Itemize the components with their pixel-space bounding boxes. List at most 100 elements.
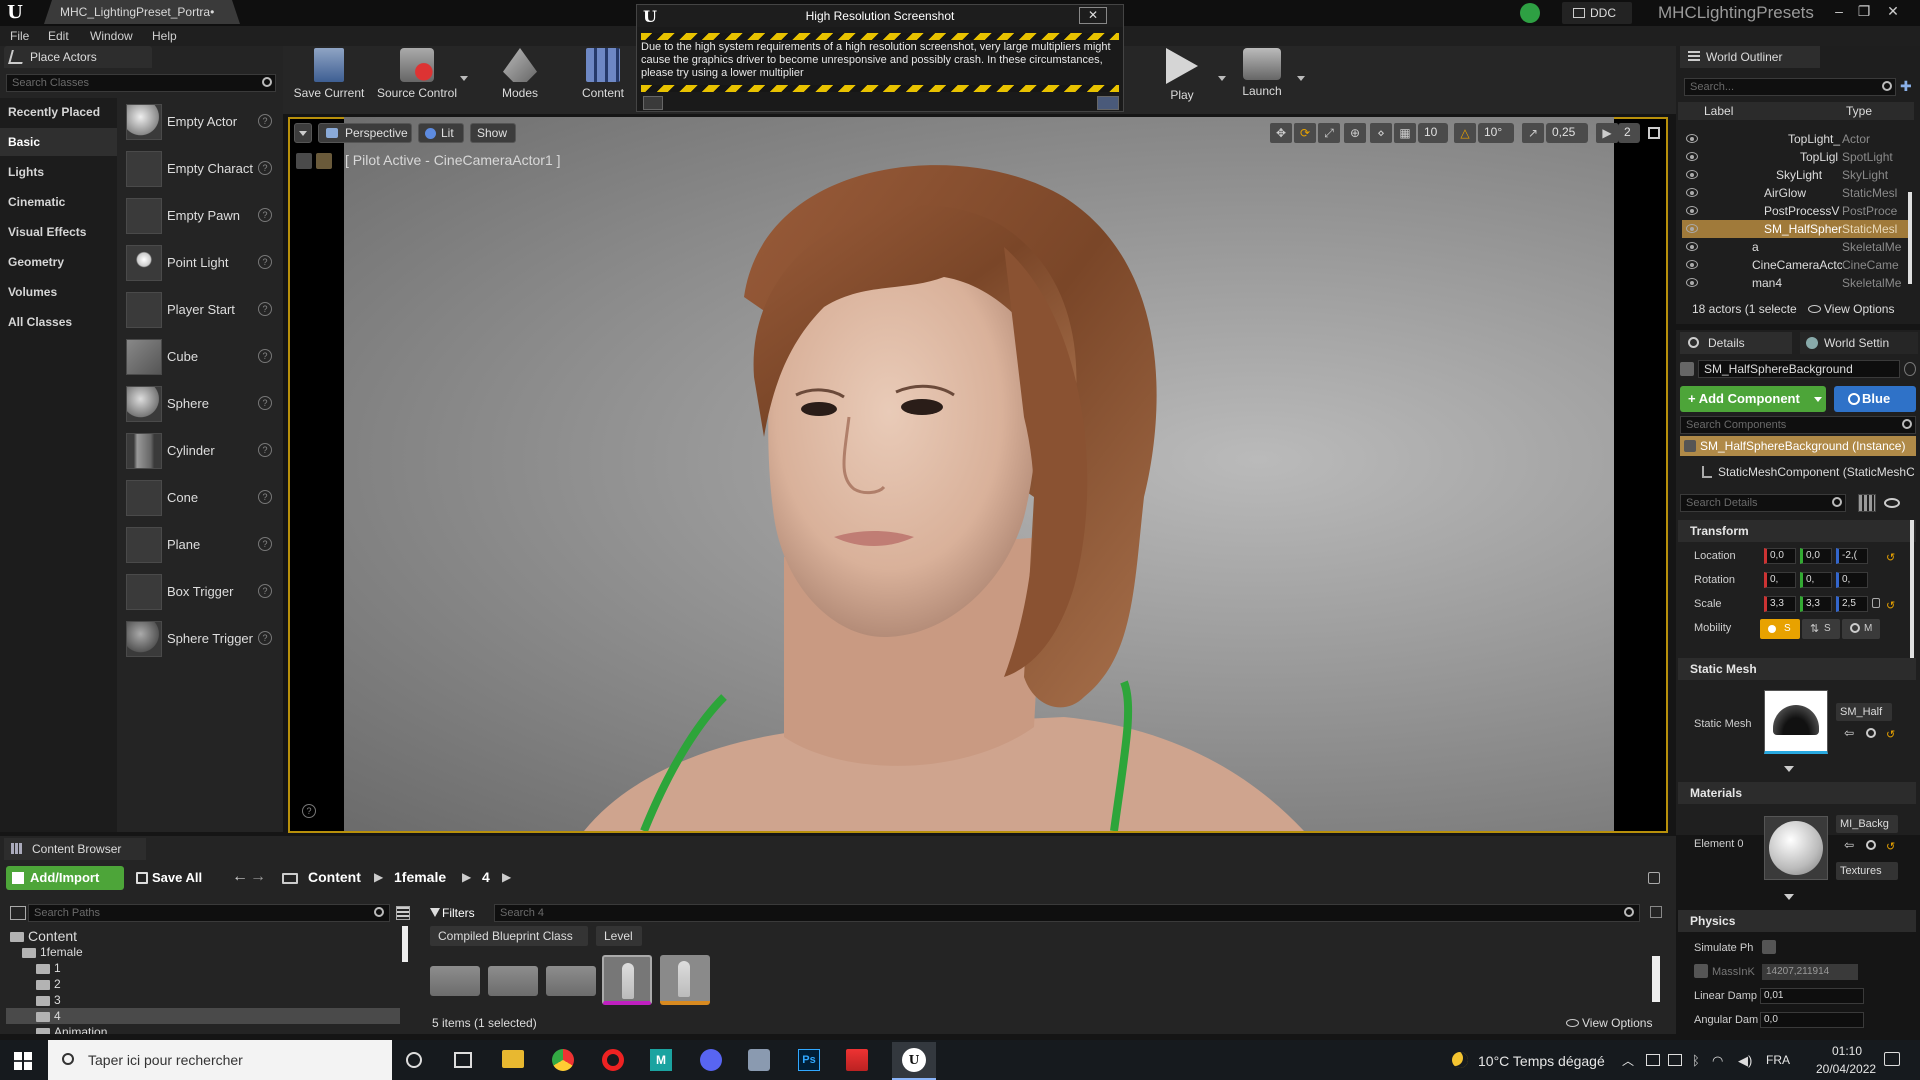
visibility-eye-icon[interactable]: [1686, 188, 1698, 197]
save-search-icon[interactable]: [1650, 906, 1662, 918]
notifications-icon[interactable]: [1884, 1052, 1900, 1066]
camera-speed-icon[interactable]: ▶: [1596, 123, 1618, 143]
cortana-icon[interactable]: [406, 1052, 422, 1068]
actor-box-trigger[interactable]: Box Trigger?: [124, 570, 274, 614]
menu-file[interactable]: File: [10, 27, 29, 45]
materials-section-header[interactable]: Materials: [1678, 782, 1916, 804]
minimize-icon[interactable]: –: [1828, 2, 1850, 20]
history-back-icon[interactable]: ←: [232, 868, 248, 886]
location-y-field[interactable]: 0,0: [1800, 548, 1832, 564]
transform-section-header[interactable]: Transform: [1678, 520, 1916, 542]
tree-4[interactable]: 4: [6, 1008, 400, 1024]
outliner-row-skylight[interactable]: SkyLight SkyLight: [1682, 166, 1912, 184]
help-icon[interactable]: ?: [258, 208, 272, 222]
source-control-status-icon[interactable]: [1520, 3, 1540, 23]
outliner-row-halfsphere[interactable]: SM_HalfSpher StaticMesl: [1682, 220, 1912, 238]
browse-icon[interactable]: [1866, 840, 1876, 850]
history-forward-icon[interactable]: →: [250, 868, 266, 886]
clock-time[interactable]: 01:10: [1832, 1044, 1862, 1058]
help-icon[interactable]: ?: [258, 631, 272, 645]
filter-chip-level[interactable]: Level: [596, 926, 642, 946]
material-thumbnail[interactable]: [1764, 816, 1828, 880]
modes-button[interactable]: Modes: [488, 48, 552, 100]
actor-player-start[interactable]: Player Start?: [124, 288, 274, 332]
content-browser-tab[interactable]: Content Browser: [4, 838, 146, 860]
static-mesh-picker[interactable]: SM_Half: [1836, 703, 1892, 721]
tree-1female[interactable]: 1female: [22, 944, 83, 960]
property-matrix-icon[interactable]: [1858, 494, 1876, 512]
help-icon[interactable]: ?: [258, 349, 272, 363]
location-label[interactable]: Location: [1694, 550, 1736, 562]
visibility-eye-icon[interactable]: [1686, 260, 1698, 269]
rotation-snap-value[interactable]: 10°: [1478, 123, 1514, 143]
category-geometry[interactable]: Geometry: [0, 248, 117, 276]
path-separator-icon[interactable]: ▶: [462, 870, 471, 884]
help-icon[interactable]: ?: [258, 490, 272, 504]
content-view-options-button[interactable]: View Options: [1564, 1014, 1664, 1032]
content-button[interactable]: Content: [570, 48, 636, 100]
rotation-label[interactable]: Rotation: [1694, 574, 1735, 586]
grid-snap-value[interactable]: 10: [1418, 123, 1448, 143]
tree-scrollbar[interactable]: [402, 926, 408, 962]
expand-mesh-icon[interactable]: [1784, 766, 1794, 772]
label-column-header[interactable]: Label: [1704, 104, 1733, 118]
help-icon[interactable]: ?: [258, 302, 272, 316]
help-icon[interactable]: ?: [258, 114, 272, 128]
outliner-scrollbar[interactable]: [1908, 192, 1912, 284]
photoshop-icon[interactable]: Ps: [798, 1049, 820, 1071]
scale-snap-value[interactable]: 0,25: [1546, 123, 1588, 143]
help-icon[interactable]: ?: [258, 443, 272, 457]
save-current-button[interactable]: Save Current: [292, 48, 366, 100]
close-icon[interactable]: ✕: [1882, 2, 1904, 20]
camera-speed-value[interactable]: 2: [1618, 123, 1640, 143]
visibility-eye-icon[interactable]: [1686, 242, 1698, 251]
blueprint-button[interactable]: Blue: [1834, 386, 1916, 412]
tree-1[interactable]: 1: [36, 960, 61, 976]
play-button[interactable]: Play: [1150, 48, 1214, 102]
toggle-sources-icon[interactable]: [10, 906, 26, 920]
category-all-classes[interactable]: All Classes: [0, 308, 117, 336]
help-icon[interactable]: ?: [258, 584, 272, 598]
scale-tool-icon[interactable]: ⤢: [1318, 123, 1340, 143]
tree-content[interactable]: Content: [10, 928, 77, 944]
document-tab[interactable]: MHC_LightingPreset_Portra•: [44, 0, 240, 24]
unreal-logo-icon[interactable]: U: [4, 2, 26, 24]
actor-point-light[interactable]: Point Light?: [124, 241, 274, 285]
rotation-y-field[interactable]: 0,: [1800, 572, 1832, 588]
asset-scrollbar[interactable]: [1652, 956, 1660, 1002]
browse-icon[interactable]: [1866, 728, 1876, 738]
asset-folder-3[interactable]: [546, 966, 596, 996]
linear-damping-field[interactable]: 0,01: [1760, 988, 1864, 1004]
use-selected-icon[interactable]: ⇦: [1844, 838, 1854, 852]
reset-scale-icon[interactable]: ↺: [1886, 599, 1895, 612]
visibility-eye-icon[interactable]: [1686, 134, 1698, 143]
world-outliner-tab[interactable]: World Outliner: [1680, 46, 1820, 68]
outliner-row-postprocess[interactable]: PostProcessV PostProce: [1682, 202, 1912, 220]
textures-dropdown[interactable]: Textures: [1836, 862, 1898, 880]
physics-section-header[interactable]: Physics: [1678, 910, 1916, 932]
rotation-x-field[interactable]: 0,: [1764, 572, 1796, 588]
search-paths-input[interactable]: Search Paths: [28, 904, 390, 922]
visibility-eye-icon[interactable]: [1686, 152, 1698, 161]
actor-empty-actor[interactable]: Empty Actor?: [124, 100, 274, 144]
help-icon[interactable]: ?: [258, 396, 272, 410]
actor-cylinder[interactable]: Cylinder?: [124, 429, 274, 473]
launch-button[interactable]: Launch: [1230, 48, 1294, 98]
actor-sphere[interactable]: Sphere?: [124, 382, 274, 426]
launch-dropdown-icon[interactable]: [1297, 76, 1305, 81]
outliner-row-a[interactable]: a SkeletalMe: [1682, 238, 1912, 256]
path-1female[interactable]: 1female: [394, 869, 446, 885]
visibility-filter-icon[interactable]: [1884, 498, 1900, 508]
task-view-icon[interactable]: [454, 1052, 472, 1068]
add-component-button[interactable]: + Add Component: [1680, 386, 1826, 412]
maya-icon[interactable]: M: [650, 1049, 672, 1071]
clock-date[interactable]: 20/04/2022: [1816, 1062, 1876, 1076]
details-scrollbar[interactable]: [1910, 520, 1914, 670]
category-basic[interactable]: Basic: [0, 128, 117, 156]
asset-blueprint-selected[interactable]: [602, 955, 652, 1005]
asset-search-input[interactable]: Search 4: [494, 904, 1640, 922]
chrome-icon[interactable]: [552, 1049, 574, 1071]
menu-help[interactable]: Help: [152, 27, 177, 45]
outliner-row-toplight[interactable]: TopLight_ Actor: [1682, 130, 1912, 148]
filter-chip-blueprint[interactable]: Compiled Blueprint Class: [430, 926, 588, 946]
